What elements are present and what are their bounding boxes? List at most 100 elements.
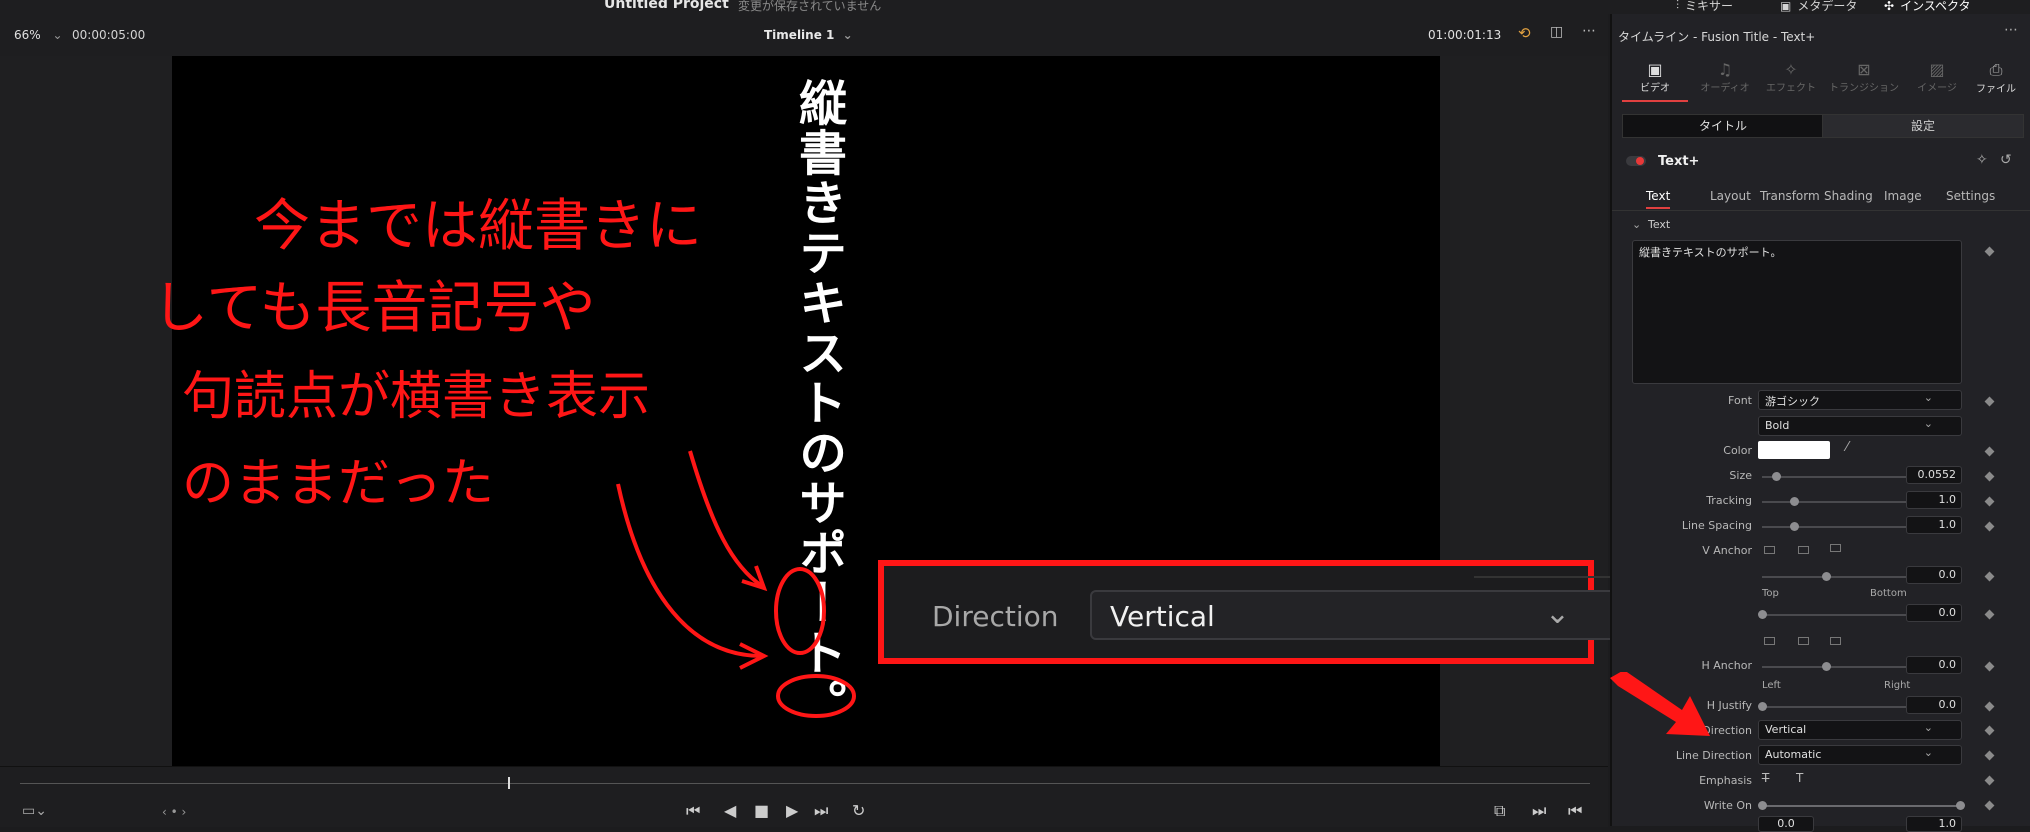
write-on-start-input[interactable]: 0.0 (1758, 816, 1814, 832)
line-direction-dropdown[interactable]: Automatic ⌄ (1758, 745, 1962, 765)
tab-video[interactable]: ▣ ビデオ (1622, 60, 1688, 102)
font-dropdown[interactable]: 游ゴシック ⌄ (1758, 390, 1962, 410)
size-input[interactable]: 0.0552 (1906, 466, 1962, 484)
keyframe-diamond-icon[interactable] (1984, 246, 1995, 257)
h-anchor-slider[interactable] (1762, 666, 1906, 668)
anchor-middle-icon[interactable] (1798, 637, 1809, 645)
text-style-icon[interactable]: T (1796, 771, 1803, 785)
clip-nav-icon[interactable]: ‹ • › (162, 805, 186, 819)
keyframe-diamond-icon[interactable] (1984, 701, 1995, 712)
write-on-start-knob[interactable] (1758, 801, 1767, 810)
keyframe-diamond-icon[interactable] (1984, 446, 1995, 457)
more-options-icon[interactable]: ⋯ (2004, 22, 2018, 38)
tab-text[interactable]: Text (1646, 189, 1671, 209)
tab-layout[interactable]: Layout (1710, 189, 1751, 203)
tab-image[interactable]: ▨ イメージ (1904, 60, 1970, 100)
subtab-title[interactable]: タイトル (1622, 114, 1824, 138)
write-on-end-knob[interactable] (1956, 801, 1965, 810)
chevron-down-icon: ⌄ (52, 28, 63, 42)
anchor-left-icon[interactable] (1764, 637, 1775, 645)
keyframe-diamond-icon[interactable] (1984, 471, 1995, 482)
keyframe-diamond-icon[interactable] (1984, 521, 1995, 532)
text-input[interactable]: 縦書きテキストのサポート。 (1632, 240, 1962, 384)
prev-edit-icon[interactable]: ⏮ (1568, 801, 1582, 821)
dual-view-icon[interactable]: ◫ (1550, 24, 1563, 40)
node-enable-toggle[interactable] (1626, 156, 1646, 166)
h-justify-slider-knob[interactable] (1758, 702, 1767, 711)
tracking-slider-knob[interactable] (1790, 497, 1799, 506)
scrub-track[interactable] (20, 783, 1590, 784)
metadata-page-button[interactable]: ▣ メタデータ (1780, 0, 1857, 14)
next-edit-icon[interactable]: ⏭ (1532, 801, 1546, 821)
right-caption: Right (1884, 680, 1911, 691)
go-to-end-icon[interactable]: ⏭ (814, 801, 828, 821)
h-justify-slider[interactable] (1762, 706, 1906, 708)
write-on-end-input[interactable]: 1.0 (1906, 816, 1962, 832)
match-frame-icon[interactable]: ⧉ (1494, 801, 1505, 821)
keyframe-diamond-icon[interactable] (1984, 609, 1995, 620)
more-options-icon[interactable]: ⋯ (1582, 23, 1596, 39)
v-anchor-input[interactable]: 0.0 (1906, 566, 1962, 584)
h-anchor-input[interactable]: 0.0 (1906, 656, 1962, 674)
color-swatch[interactable] (1758, 441, 1830, 459)
write-on-range[interactable] (1762, 805, 1962, 807)
subtab-settings[interactable]: 設定 (1822, 114, 2024, 138)
keyframe-diamond-icon[interactable] (1984, 396, 1995, 407)
strikethrough-icon[interactable]: T̶ (1762, 771, 1769, 785)
tab-effects[interactable]: ✧ エフェクト (1758, 60, 1824, 100)
keyframe-diamond-icon[interactable] (1984, 750, 1995, 761)
font-style-dropdown[interactable]: Bold ⌄ (1758, 416, 1962, 436)
keyframe-diamond-icon[interactable] (1984, 496, 1995, 507)
reset-icon[interactable]: ↺ (2000, 152, 2012, 168)
v-justify-input[interactable]: 0.0 (1906, 604, 1962, 622)
line-spacing-input[interactable]: 1.0 (1906, 516, 1962, 534)
tab-settings[interactable]: Settings (1946, 189, 1995, 203)
magic-wand-icon[interactable]: ✧ (1976, 152, 1988, 168)
anchor-center-icon[interactable] (1798, 546, 1809, 554)
tracking-input[interactable]: 1.0 (1906, 491, 1962, 509)
timeline-selector[interactable]: Timeline 1 ⌄ (764, 28, 853, 42)
tab-file[interactable]: ⎙ ファイル (1966, 60, 2026, 100)
stop-icon[interactable]: ■ (754, 801, 769, 820)
anchor-bottom-icon[interactable] (1830, 544, 1841, 552)
v-anchor-slider-knob[interactable] (1822, 572, 1831, 581)
direction-dropdown[interactable]: Vertical ⌄ (1758, 720, 1962, 740)
line-spacing-slider[interactable] (1762, 526, 1906, 528)
anchor-right-icon[interactable] (1830, 637, 1841, 645)
keyframe-diamond-icon[interactable] (1984, 800, 1995, 811)
go-to-start-icon[interactable]: ⏮ (686, 801, 700, 821)
tab-transform[interactable]: Transform (1760, 189, 1820, 203)
h-anchor-slider-knob[interactable] (1822, 662, 1831, 671)
keyframe-diamond-icon[interactable] (1984, 661, 1995, 672)
keyframe-diamond-icon[interactable] (1984, 775, 1995, 786)
unsaved-status: 変更が保存されていません (738, 0, 882, 13)
line-spacing-slider-knob[interactable] (1790, 522, 1799, 531)
size-slider-knob[interactable] (1772, 472, 1781, 481)
anchor-top-icon[interactable] (1764, 546, 1775, 554)
v-justify-slider[interactable] (1762, 614, 1906, 616)
tab-transition[interactable]: ⊠ トランジション (1824, 60, 1904, 100)
sync-icon[interactable]: ⟲ (1518, 24, 1531, 42)
zoom-dropdown[interactable]: 66% ⌄ (14, 28, 63, 42)
chevron-down-icon: ⌄ (842, 28, 853, 42)
tab-audio[interactable]: ♫ オーディオ (1692, 60, 1758, 100)
loop-icon[interactable]: ↻ (852, 801, 865, 820)
eyedropper-icon[interactable]: ⁄ (1846, 440, 1848, 455)
keyframe-diamond-icon[interactable] (1984, 571, 1995, 582)
inspector-page-button[interactable]: ✣ インスペクタ (1884, 0, 1971, 14)
mixer-page-button[interactable]: ⫶ ミキサー (1676, 0, 1733, 14)
viewer-mode-icon[interactable]: ▭⌄ (22, 803, 47, 819)
v-justify-slider-knob[interactable] (1758, 610, 1767, 619)
play-reverse-icon[interactable]: ◀ (724, 801, 736, 820)
play-icon[interactable]: ▶ (786, 801, 798, 820)
h-justify-input[interactable]: 0.0 (1906, 696, 1962, 714)
size-slider[interactable] (1762, 476, 1906, 478)
keyframe-diamond-icon[interactable] (1984, 725, 1995, 736)
section-text-header[interactable]: Text (1648, 218, 1670, 231)
tracking-slider[interactable] (1762, 501, 1906, 503)
tab-image[interactable]: Image (1884, 189, 1922, 203)
v-anchor-slider[interactable] (1762, 576, 1906, 578)
chevron-down-icon[interactable]: ⌄ (1632, 218, 1641, 231)
tab-shading[interactable]: Shading (1824, 189, 1873, 203)
playhead[interactable] (508, 777, 510, 789)
